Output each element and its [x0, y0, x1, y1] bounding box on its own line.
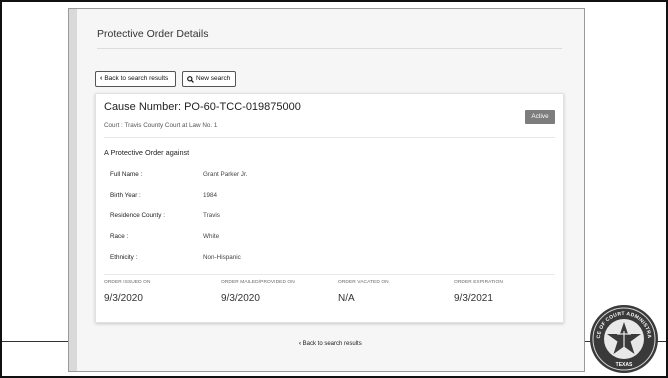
detail-value: Non-Hispanic: [203, 254, 241, 261]
protective-order-card: Cause Number: PO-60-TCC-019875000 Court …: [95, 93, 564, 323]
date-order-issued: ORDER ISSUED ON 9/3/2020: [104, 280, 151, 304]
date-order-expiration: ORDER EXPIRATION 9/3/2021: [454, 280, 503, 304]
detail-label: Ethnicity :: [110, 254, 138, 261]
detail-label: Birth Year :: [110, 192, 141, 199]
seal-icon: OFFICE OF COURT ADMINISTRATION TEXAS: [586, 299, 658, 373]
new-search-label: New search: [196, 75, 231, 82]
decorative-line-left: [2, 341, 68, 342]
page-title: Protective Order Details: [97, 28, 209, 40]
search-icon: [187, 75, 194, 83]
detail-value: White: [203, 233, 220, 240]
footer-back-label: Back to search results: [302, 341, 362, 347]
detail-value: Grant Parker Jr.: [203, 171, 248, 178]
cause-number: Cause Number: PO-60-TCC-019875000: [104, 101, 301, 113]
title-divider: [97, 48, 562, 49]
date-value: 9/3/2021: [454, 293, 493, 304]
date-label: ORDER ISSUED ON: [104, 280, 151, 285]
back-to-search-button[interactable]: ‹ Back to search results: [95, 71, 176, 87]
back-to-search-label: Back to search results: [104, 75, 169, 82]
card-divider-bottom: [104, 274, 555, 275]
chevron-left-icon: ‹: [100, 75, 103, 82]
page-content: Protective Order Details ‹ Back to searc…: [77, 9, 584, 371]
detail-label: Race :: [110, 233, 129, 240]
detail-value: 1984: [203, 192, 218, 199]
new-search-button[interactable]: New search: [182, 71, 236, 87]
date-order-vacated: ORDER VACATED ON N/A: [338, 280, 389, 304]
detail-label: Full Name :: [110, 171, 143, 178]
browser-screenshot: Protective Order Details ‹ Back to searc…: [68, 8, 585, 372]
date-value: 9/3/2020: [104, 293, 143, 304]
date-value: N/A: [338, 293, 355, 304]
court-administration-seal: OFFICE OF COURT ADMINISTRATION TEXAS: [586, 299, 660, 375]
date-label: ORDER MAILED/PROVIDED ON: [221, 280, 295, 285]
date-label: ORDER EXPIRATION: [454, 280, 503, 285]
date-value: 9/3/2020: [221, 293, 260, 304]
footer-back-to-search-link[interactable]: ‹ Back to search results: [299, 341, 362, 347]
detail-label: Residence County :: [110, 212, 165, 219]
card-divider-top: [104, 137, 555, 138]
date-order-mailed: ORDER MAILED/PROVIDED ON 9/3/2020: [221, 280, 295, 304]
date-label: ORDER VACATED ON: [338, 280, 389, 285]
left-scroll-strip: [69, 9, 77, 371]
order-subheading: A Protective Order against: [104, 148, 190, 157]
svg-text:TEXAS: TEXAS: [616, 362, 633, 368]
court-name: Court : Travis County Court at Law No. 1: [104, 122, 218, 129]
status-badge: Active: [525, 110, 555, 124]
detail-value: Travis: [203, 212, 220, 219]
